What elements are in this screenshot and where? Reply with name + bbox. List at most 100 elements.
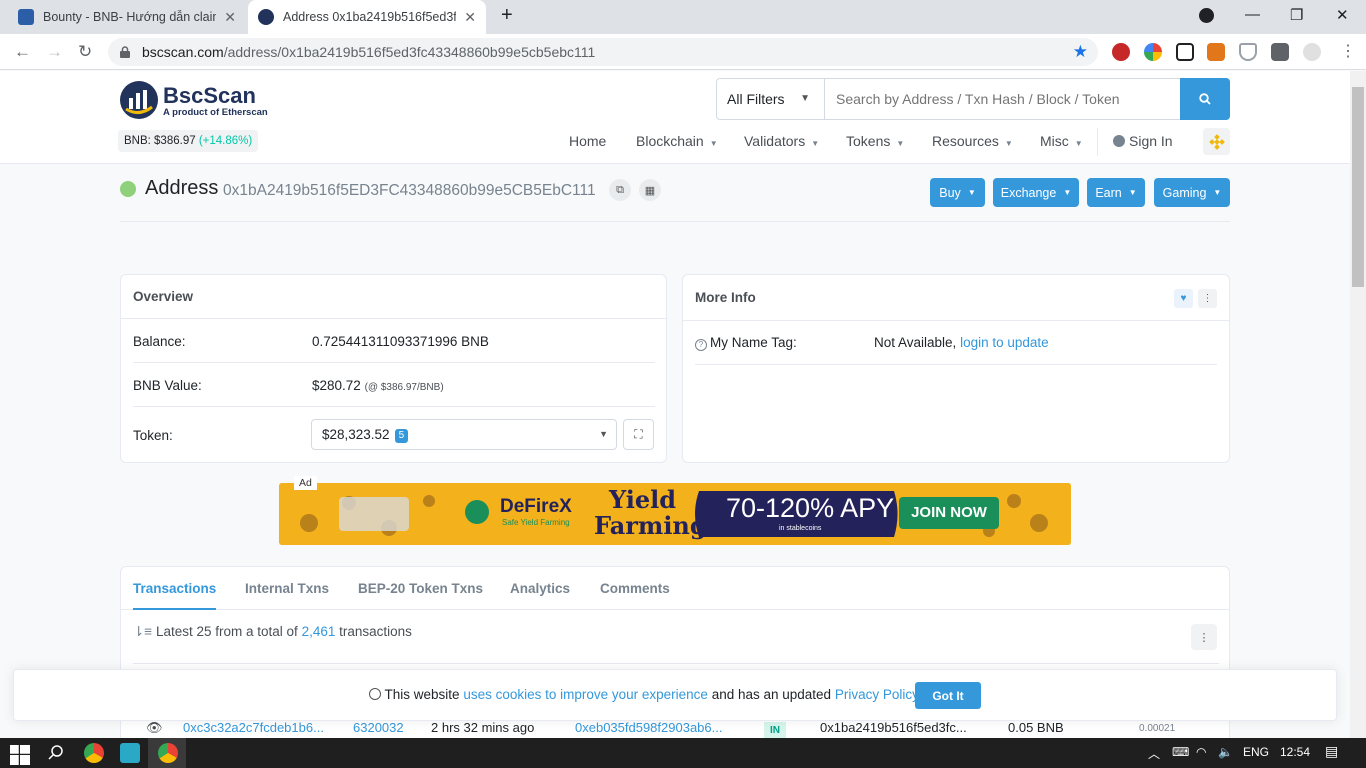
browser-menu-icon[interactable]: ⋮ <box>1340 43 1358 61</box>
bscscan-favicon-icon <box>258 9 274 25</box>
bnb-value-label: BNB Value: <box>133 378 202 393</box>
close-window-icon[interactable]: ✕ <box>1336 6 1349 24</box>
settings-gear-icon[interactable] <box>120 743 140 763</box>
nav-validators[interactable]: Validators ▼ <box>744 133 819 149</box>
tray-chevron-up-icon[interactable]: ︿ <box>1148 745 1160 762</box>
notifications-icon[interactable]: ▤ <box>1325 743 1338 760</box>
chevron-down-icon: ▼ <box>1074 139 1083 148</box>
tab-transactions[interactable]: Transactions <box>133 567 217 610</box>
keyboard-icon[interactable]: ⌨ <box>1172 745 1189 759</box>
sign-in-link[interactable]: Sign In <box>1113 133 1173 149</box>
wifi-icon[interactable]: ◠ <box>1196 745 1206 759</box>
browser-tab-address[interactable]: Address 0x1ba2419b516f5ed3fc4 ✕ <box>248 0 486 34</box>
nav-label: Blockchain <box>636 133 704 149</box>
tab-internal-txns[interactable]: Internal Txns <box>245 567 329 610</box>
chrome-app-icon[interactable] <box>84 743 104 763</box>
extensions-puzzle-icon[interactable] <box>1271 43 1289 61</box>
privacy-policy-link[interactable]: Privacy Policy. <box>835 687 922 702</box>
bookmark-star-icon[interactable]: ★ <box>1073 42 1088 62</box>
search-icon[interactable] <box>46 743 66 763</box>
nav-resources[interactable]: Resources ▼ <box>932 133 1013 149</box>
bnb-price-change: (+14.86%) <box>198 135 253 147</box>
earn-button[interactable]: Earn ▼ <box>1087 178 1145 207</box>
ad-join-now-button[interactable]: JOIN NOW <box>899 497 999 529</box>
tab-comments[interactable]: Comments <box>600 567 670 610</box>
more-options-icon[interactable]: ⋮ <box>1198 289 1217 308</box>
language-indicator[interactable]: ENG <box>1243 745 1269 759</box>
token-label: Token: <box>133 428 173 443</box>
chevron-down-icon: ▼ <box>896 139 905 148</box>
search-filter-select[interactable]: All Filters ▼ <box>717 79 825 119</box>
url-host: bscscan.com <box>142 44 224 60</box>
expand-icon[interactable]: ⛶ <box>623 419 654 450</box>
profile-avatar-icon[interactable] <box>1303 43 1321 61</box>
close-tab-icon[interactable]: ✕ <box>464 9 476 26</box>
windows-start-icon[interactable] <box>10 745 30 765</box>
volume-icon[interactable]: 🔈 <box>1218 745 1233 759</box>
cookie-policy-link[interactable]: uses cookies to improve your experience <box>463 687 708 702</box>
more-options-icon[interactable]: ⋮ <box>1191 624 1217 650</box>
nav-blockchain[interactable]: Blockchain ▼ <box>636 133 718 149</box>
back-icon[interactable]: ← <box>14 42 31 62</box>
bnb-price-badge: BNB: $386.97 (+14.86%) <box>118 130 259 152</box>
block-link[interactable]: 6320032 <box>353 720 404 735</box>
address-hash: 0x1bA2419b516f5ED3FC43348860b99e5CB5EbC1… <box>223 182 596 199</box>
new-tab-icon[interactable]: + <box>501 4 513 27</box>
reload-icon[interactable]: ↻ <box>78 42 92 62</box>
got-it-button[interactable]: Got It <box>915 682 981 709</box>
tab-search-icon[interactable] <box>1199 8 1214 23</box>
name-tag-label: ? My Name Tag: <box>695 335 797 351</box>
button-label: Buy <box>939 185 961 200</box>
table-row: 👁 0xc3c32a2c7fcdeb1b6... 6320032 2 hrs 3… <box>0 718 1350 738</box>
chrome-app-active-icon[interactable] <box>158 743 178 763</box>
metamask-fox-icon[interactable] <box>1207 43 1225 61</box>
txn-hash-link[interactable]: 0xc3c32a2c7fcdeb1b6... <box>183 720 324 735</box>
qr-code-icon[interactable]: ▦ <box>639 179 661 201</box>
close-tab-icon[interactable]: ✕ <box>224 9 236 26</box>
overview-card: Overview Balance: 0.725441311093371996 B… <box>120 274 667 463</box>
nav-home[interactable]: Home <box>569 133 606 149</box>
heart-icon[interactable]: ♥ <box>1174 289 1193 308</box>
nav-misc[interactable]: Misc ▼ <box>1040 133 1083 149</box>
tab-analytics[interactable]: Analytics <box>510 567 570 610</box>
ad-banner[interactable]: DeFireX Safe Yield Farming Yield Farming… <box>279 483 1071 545</box>
bnb-price: BNB: $386.97 <box>124 135 196 147</box>
gaming-button[interactable]: Gaming ▼ <box>1154 178 1230 207</box>
wallet-extension-icon[interactable] <box>1176 43 1194 61</box>
token-holdings-dropdown[interactable]: $28,323.52 5 ▼ <box>311 419 617 450</box>
adblock-extension-icon[interactable] <box>1112 43 1130 61</box>
shield-extension-icon[interactable] <box>1239 43 1257 61</box>
transactions-tab-bar: Transactions Internal Txns BEP-20 Token … <box>121 567 1229 610</box>
eye-icon[interactable]: 👁 <box>146 720 163 736</box>
bnb-network-icon[interactable] <box>1203 128 1230 155</box>
scrollbar-thumb[interactable] <box>1352 87 1364 287</box>
transactions-total-link[interactable]: 2,461 <box>302 624 336 639</box>
login-to-update-link[interactable]: login to update <box>960 335 1049 350</box>
clock[interactable]: 12:54 <box>1280 745 1310 759</box>
restore-icon[interactable]: ❐ <box>1290 6 1303 24</box>
logo-text[interactable]: BscScan <box>163 83 256 109</box>
copy-icon[interactable]: ⧉ <box>609 179 631 201</box>
nav-label: Misc <box>1040 133 1069 149</box>
buy-button[interactable]: Buy ▼ <box>930 178 985 207</box>
bscscan-logo-icon[interactable] <box>120 81 158 119</box>
browser-toolbar: ← → ↻ bscscan.com/address/0x1ba2419b516f… <box>0 34 1366 70</box>
address-identicon-icon <box>120 181 136 197</box>
forward-icon[interactable]: → <box>46 42 63 62</box>
nav-tokens[interactable]: Tokens ▼ <box>846 133 904 149</box>
cookie-text-1: This website <box>384 687 460 702</box>
search-button[interactable] <box>1180 78 1230 120</box>
colorful-extension-icon[interactable] <box>1144 43 1162 61</box>
bscscan-page: BscScan A product of Etherscan BNB: $386… <box>0 71 1350 738</box>
browser-tab-bounty[interactable]: Bounty - BNB- Hướng dẫn claim ✕ <box>8 0 246 34</box>
chevron-down-icon: ▼ <box>1213 188 1222 197</box>
search-input[interactable] <box>825 79 1180 119</box>
from-address-link[interactable]: 0xeb035fd598f2903ab6... <box>575 720 722 735</box>
name-tag-status: Not Available, <box>874 335 957 350</box>
exchange-button[interactable]: Exchange ▼ <box>993 178 1079 207</box>
minimize-icon[interactable]: — <box>1245 6 1260 23</box>
nav-label: Tokens <box>846 133 891 149</box>
tab-bep20-token-txns[interactable]: BEP-20 Token Txns <box>358 567 483 610</box>
page-scrollbar[interactable] <box>1350 71 1366 738</box>
address-bar[interactable]: bscscan.com/address/0x1ba2419b516f5ed3fc… <box>108 38 1098 66</box>
